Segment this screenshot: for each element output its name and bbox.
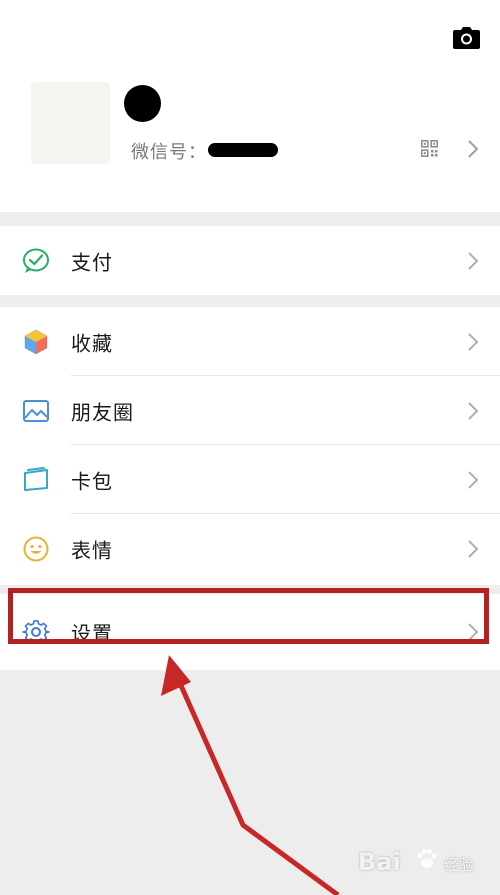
camera-icon[interactable] xyxy=(453,27,480,49)
menu-item-stickers-label: 表情 xyxy=(71,538,113,562)
menu-item-pay[interactable]: 支付 xyxy=(0,226,500,295)
menu-item-stickers[interactable]: 表情 xyxy=(0,514,500,583)
chevron-right-icon xyxy=(468,251,479,270)
gear-icon xyxy=(22,620,50,644)
qr-code-icon[interactable] xyxy=(421,140,438,157)
chevron-right-icon xyxy=(468,332,479,351)
wallet-check-icon xyxy=(23,248,49,273)
menu-item-settings[interactable]: 设置 xyxy=(0,594,500,670)
chevron-right-icon xyxy=(468,401,479,420)
wechat-id-redaction xyxy=(208,143,278,157)
watermark-sub: 经验 xyxy=(444,856,475,874)
chevron-right-icon xyxy=(468,623,479,641)
card-icon xyxy=(24,466,48,491)
chevron-right-icon[interactable] xyxy=(464,139,482,159)
chevron-right-icon xyxy=(468,470,479,489)
settings-section: 设置 xyxy=(0,594,500,670)
pay-section: 支付 xyxy=(0,226,500,295)
menu-item-moments[interactable]: 朋友圈 xyxy=(0,376,500,445)
image-icon xyxy=(23,399,49,422)
menu-item-favorites[interactable]: 收藏 xyxy=(0,307,500,376)
wechat-id-label: 微信号： xyxy=(131,142,207,163)
menu-item-cards-label: 卡包 xyxy=(71,469,113,493)
nickname-redaction xyxy=(124,85,161,122)
menu-item-cards[interactable]: 卡包 xyxy=(0,445,500,514)
menu-item-settings-label: 设置 xyxy=(71,621,113,646)
menu-item-moments-label: 朋友圈 xyxy=(71,400,134,424)
profile-card[interactable]: 微信号： xyxy=(0,0,500,212)
menu-item-favorites-label: 收藏 xyxy=(71,331,113,355)
cube-icon xyxy=(24,329,48,354)
smiley-icon xyxy=(23,536,49,561)
features-section: 收藏 朋友圈 卡包 表情 xyxy=(0,307,500,585)
paw-icon xyxy=(417,848,437,868)
chevron-right-icon xyxy=(468,539,479,558)
menu-item-pay-label: 支付 xyxy=(71,250,113,274)
watermark-brand: Bai xyxy=(358,848,401,876)
avatar[interactable] xyxy=(31,82,110,164)
